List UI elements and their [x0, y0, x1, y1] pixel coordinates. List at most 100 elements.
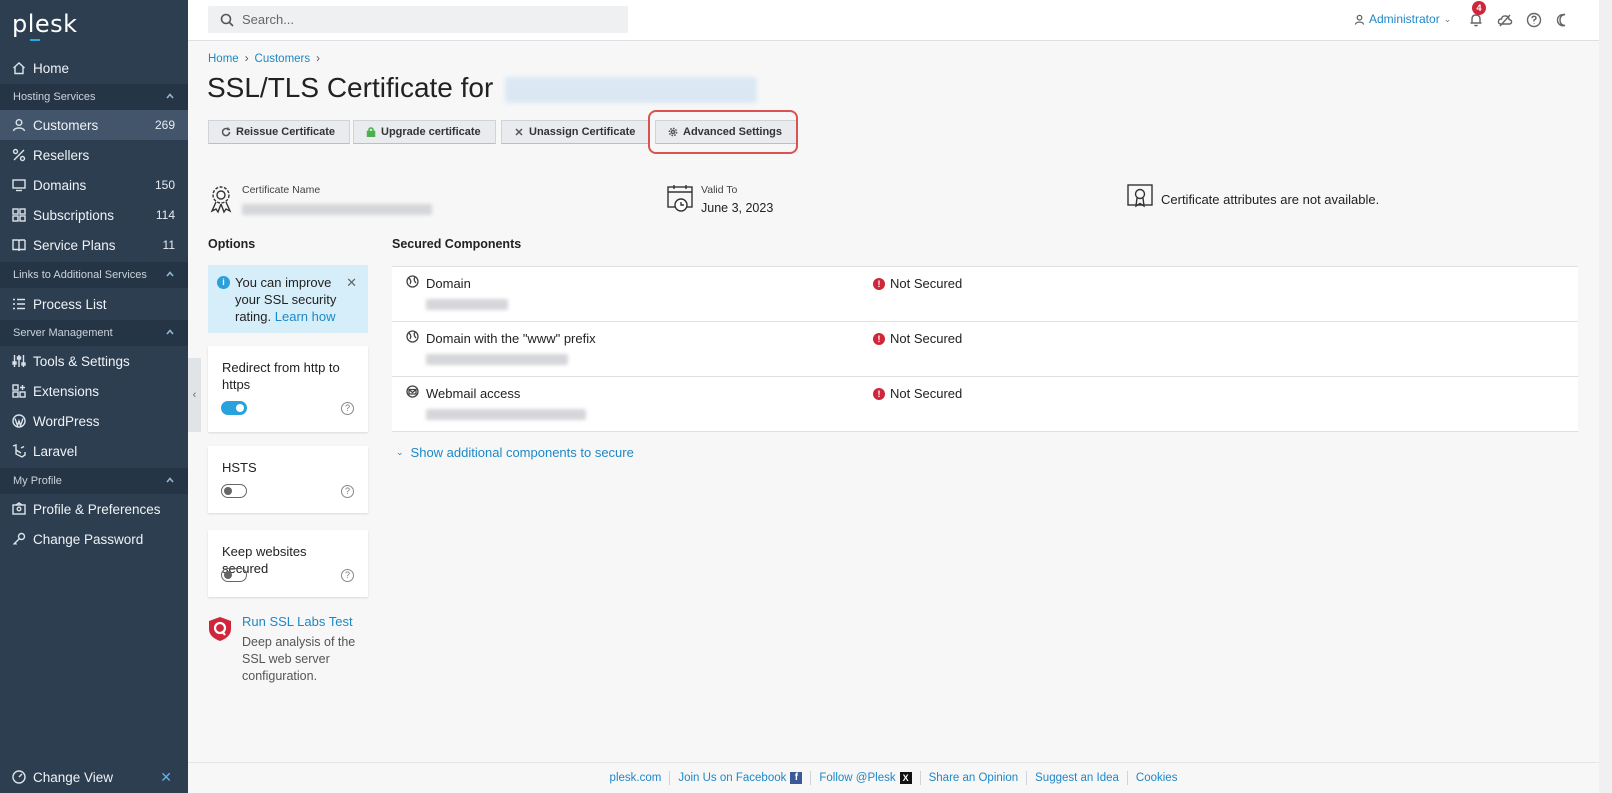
footer-link-suggest-idea[interactable]: Suggest an Idea [1027, 771, 1128, 785]
learn-how-link[interactable]: Learn how [275, 309, 336, 324]
change-view-button[interactable]: Change View ✕ [0, 762, 188, 792]
button-label: Upgrade certificate [381, 126, 481, 138]
options-title: Options [208, 237, 256, 251]
section-server-management[interactable]: Server Management [0, 320, 188, 346]
show-more-label: Show additional components to secure [410, 445, 634, 460]
footer-link-cookies[interactable]: Cookies [1128, 771, 1186, 785]
sidebar-item-service-plans[interactable]: Service Plans 11 [0, 230, 188, 260]
sidebar-collapse-handle[interactable]: ‹ [188, 358, 201, 432]
sidebar-item-label: Customers [33, 117, 99, 133]
close-icon[interactable]: ✕ [346, 274, 357, 291]
toggle-knob [224, 570, 232, 579]
book-icon [12, 238, 26, 252]
sidebar-item-extensions[interactable]: Extensions [0, 376, 188, 406]
table-row: Domain with the "www" prefix ! Not Secure… [392, 322, 1578, 377]
plesk-logo[interactable]: plesk [12, 10, 78, 38]
section-hosting-services[interactable]: Hosting Services [0, 84, 188, 110]
footer-link-plesk[interactable]: plesk.com [602, 771, 671, 785]
toggle-knob [236, 403, 244, 412]
cloud-off-icon[interactable] [1497, 12, 1513, 28]
page-scrollbar[interactable] [1599, 0, 1612, 793]
table-row: Domain ! Not Secured [392, 267, 1578, 322]
redirect-https-toggle[interactable] [221, 401, 247, 415]
hsts-toggle[interactable] [221, 484, 247, 498]
footer-link-share-opinion[interactable]: Share an Opinion [921, 771, 1028, 785]
user-name: Administrator [1369, 12, 1440, 26]
lock-icon [366, 127, 376, 137]
calendar-clock-icon [667, 184, 695, 217]
sidebar-item-label: Process List [33, 296, 107, 312]
sidebar-item-resellers[interactable]: Resellers [0, 140, 188, 170]
components-table: Domain ! Not Secured Domain with the "www… [392, 266, 1578, 432]
search-input[interactable]: Search... [208, 6, 628, 33]
sidebar-item-label: WordPress [33, 413, 100, 429]
sidebar-item-profile-preferences[interactable]: Profile & Preferences [0, 494, 188, 524]
show-additional-components-link[interactable]: ⌄ Show additional components to secure [396, 445, 634, 460]
sidebar-item-customers[interactable]: Customers 269 [0, 110, 188, 140]
unassign-certificate-button[interactable]: Unassign Certificate [501, 120, 651, 144]
upgrade-certificate-button[interactable]: Upgrade certificate [353, 120, 496, 144]
help-icon[interactable] [1526, 12, 1542, 28]
sidebar-item-subscriptions[interactable]: Subscriptions 114 [0, 200, 188, 230]
sidebar-item-home[interactable]: Home [0, 53, 188, 83]
reissue-certificate-button[interactable]: Reissue Certificate [208, 120, 351, 144]
highlight-annotation [648, 110, 798, 154]
table-row: Webmail access ! Not Secured [392, 377, 1578, 432]
button-label: Unassign Certificate [529, 126, 636, 138]
globe-icon [406, 330, 419, 343]
help-icon[interactable]: ? [341, 569, 354, 582]
breadcrumb-customers[interactable]: Customers [255, 53, 311, 65]
close-icon [514, 127, 524, 137]
redacted-hostname [426, 353, 568, 368]
button-label: Reissue Certificate [236, 126, 336, 138]
warning-icon: ! [873, 332, 885, 345]
chevron-up-icon [166, 475, 174, 483]
help-icon[interactable]: ? [341, 485, 354, 498]
wordpress-icon [12, 414, 26, 428]
search-placeholder: Search... [242, 12, 295, 27]
footer-link-x[interactable]: Follow @Plesk X [811, 771, 921, 785]
sliders-icon [12, 354, 26, 368]
breadcrumb: Home › Customers › [208, 53, 320, 65]
footer-link-facebook[interactable]: Join Us on Facebook f [670, 771, 812, 785]
sidebar-item-process-list[interactable]: Process List [0, 289, 188, 319]
section-label: My Profile [13, 475, 62, 487]
certificate-attributes-text: Certificate attributes are not available… [1161, 192, 1380, 207]
sidebar-item-laravel[interactable]: Laravel [0, 436, 188, 466]
valid-to-block: Valid To June 3, 2023 [667, 184, 773, 217]
sidebar-item-label: Tools & Settings [33, 353, 130, 369]
profile-card-icon [12, 502, 26, 516]
sidebar-item-label: Laravel [33, 443, 78, 459]
close-icon[interactable]: ✕ [160, 769, 172, 786]
chevron-down-icon: ⌄ [1443, 13, 1452, 24]
help-icon[interactable]: ? [341, 402, 354, 415]
count-badge: 11 [162, 238, 175, 252]
breadcrumb-home[interactable]: Home [208, 53, 239, 65]
status-text: Not Secured [890, 386, 963, 401]
valid-to-value: June 3, 2023 [701, 201, 774, 215]
laravel-icon [12, 444, 26, 458]
redacted-certificate-name [242, 204, 432, 215]
redirect-https-card: Redirect from http to https ? [208, 346, 368, 432]
dark-mode-moon-icon[interactable] [1555, 12, 1571, 28]
chevron-up-icon [166, 269, 174, 277]
certificate-name-block: Certificate Name [208, 184, 432, 218]
run-ssl-labs-link[interactable]: Run SSL Labs Test [242, 614, 353, 629]
user-menu[interactable]: Administrator ⌄ [1354, 12, 1451, 26]
section-my-profile[interactable]: My Profile [0, 468, 188, 494]
extensions-icon [12, 384, 26, 398]
sidebar-item-change-password[interactable]: Change Password [0, 524, 188, 554]
section-label: Links to Additional Services [13, 269, 147, 281]
hsts-label: HSTS [222, 460, 257, 475]
keep-secured-toggle[interactable] [221, 568, 247, 582]
grid-icon [12, 208, 26, 222]
sidebar-item-domains[interactable]: Domains 150 [0, 170, 188, 200]
home-icon [12, 61, 26, 75]
sidebar-item-wordpress[interactable]: WordPress [0, 406, 188, 436]
breadcrumb-separator: › [244, 53, 249, 65]
certificate-badge-icon [208, 184, 236, 217]
status-not-secured: ! Not Secured [873, 276, 962, 291]
section-links-additional[interactable]: Links to Additional Services [0, 262, 188, 288]
sidebar-item-label: Home [33, 60, 70, 76]
sidebar-item-tools-settings[interactable]: Tools & Settings [0, 346, 188, 376]
